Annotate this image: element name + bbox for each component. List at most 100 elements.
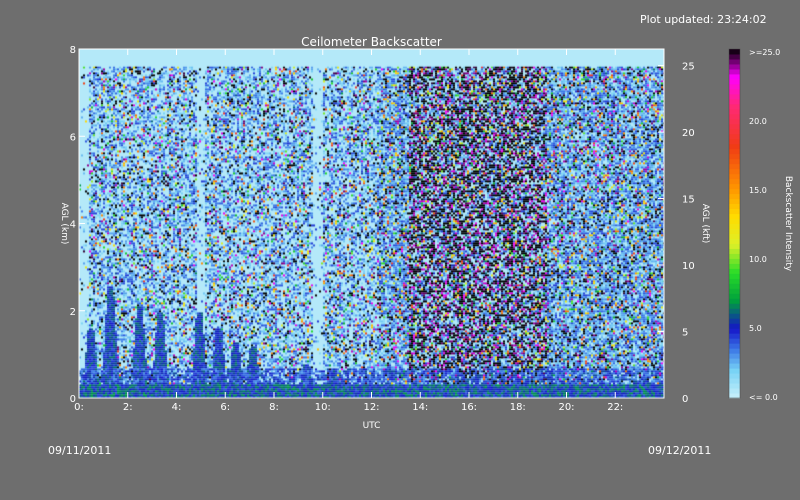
- colorbar-swatch: [729, 213, 740, 220]
- heatmap-image: [79, 49, 664, 398]
- colorbar-swatch: [729, 363, 740, 369]
- colorbar-swatch: [729, 143, 740, 150]
- colorbar-swatch: [729, 58, 740, 65]
- colorbar-swatch: [729, 63, 740, 70]
- y-tick-label-right: 20: [682, 128, 695, 139]
- y-tick-label-left: 6: [70, 132, 76, 143]
- x-tick-label: 18:: [510, 402, 526, 413]
- colorbar-swatch: [729, 238, 740, 244]
- x-tick-label: 20:: [558, 402, 574, 413]
- y-tick-label-left: 2: [70, 307, 76, 318]
- colorbar-swatch: [729, 388, 740, 394]
- colorbar-tick-label: 15.0: [749, 186, 767, 195]
- colorbar-swatch: [729, 178, 740, 185]
- colorbar-swatch: [729, 49, 740, 55]
- colorbar-swatch: [729, 323, 740, 329]
- colorbar-swatch: [729, 208, 740, 215]
- y-tick-label-right: 10: [682, 261, 695, 272]
- colorbar-swatch: [729, 243, 740, 249]
- colorbar-swatch: [729, 233, 740, 239]
- colorbar-swatch: [729, 168, 740, 175]
- colorbar-swatch: [729, 383, 740, 389]
- colorbar-swatch: [729, 258, 740, 264]
- colorbar-swatch: [729, 283, 740, 289]
- x-tick-label: 10:: [315, 402, 331, 413]
- colorbar-swatch: [729, 223, 740, 229]
- backscatter-chart: Ceilometer Backscatter UTC AGL (km) AGL …: [59, 35, 793, 431]
- colorbar-swatch: [729, 353, 740, 359]
- colorbar-swatch: [729, 53, 740, 60]
- colorbar-swatch: [729, 318, 740, 324]
- colorbar-swatch: [729, 373, 740, 379]
- colorbar-swatch: [729, 163, 740, 170]
- end-date-label: 09/12/2011: [648, 444, 712, 457]
- x-tick-label: 8:: [269, 402, 279, 413]
- x-axis-label: UTC: [363, 421, 381, 431]
- colorbar-swatch: [729, 123, 740, 130]
- colorbar-tick-label: 20.0: [749, 117, 767, 126]
- colorbar-swatch: [729, 288, 740, 294]
- y-axis-label-left: AGL (km): [59, 203, 69, 245]
- y-axis-label-right: AGL (kft): [700, 204, 710, 244]
- colorbar-swatch: [729, 88, 740, 95]
- chart-title: Ceilometer Backscatter: [301, 35, 442, 49]
- y-tick-label-right: 15: [682, 195, 695, 206]
- x-tick-label: 12:: [363, 402, 379, 413]
- colorbar-swatch: [729, 228, 740, 234]
- colorbar-swatch: [729, 313, 740, 319]
- colorbar-swatch: [729, 298, 740, 304]
- heatmap-cells: [79, 49, 664, 398]
- colorbar-swatch: [729, 278, 740, 284]
- colorbar-swatch: [729, 138, 740, 145]
- colorbar-tick-label: >=25.0: [749, 48, 780, 57]
- colorbar-swatch: [729, 148, 740, 155]
- colorbar-swatch: [729, 198, 740, 205]
- colorbar-swatch: [729, 378, 740, 384]
- colorbar-swatch: [729, 263, 740, 269]
- colorbar-swatch: [729, 188, 740, 195]
- colorbar-swatch: [729, 133, 740, 140]
- colorbar-tick-label: <= 0.0: [749, 393, 778, 402]
- colorbar-tick-label: 10.0: [749, 255, 767, 264]
- colorbar-swatch: [729, 153, 740, 160]
- colorbar-swatch: [729, 203, 740, 210]
- colorbar-swatch: [729, 93, 740, 100]
- colorbar-swatch: [729, 118, 740, 125]
- colorbar-swatch: [729, 268, 740, 274]
- y-tick-label-right: 25: [682, 62, 695, 73]
- y-tick-label-left: 4: [70, 220, 76, 231]
- y-tick-label-right: 0: [682, 394, 688, 405]
- colorbar-swatch: [729, 253, 740, 259]
- colorbar-swatch: [729, 218, 740, 224]
- colorbar: <= 0.0 5.0 10.0 15.0 20.0 >=25.0: [728, 48, 780, 402]
- colorbar-swatch: [729, 393, 740, 399]
- colorbar-swatch: [729, 338, 740, 344]
- colorbar-swatch: [729, 108, 740, 115]
- colorbar-tick-label: 5.0: [749, 324, 762, 333]
- colorbar-swatch: [729, 113, 740, 120]
- x-tick-label: 2:: [123, 402, 133, 413]
- y-tick-label-left: 0: [70, 394, 76, 405]
- colorbar-swatch: [729, 83, 740, 90]
- colorbar-swatch: [729, 183, 740, 190]
- colorbar-swatch: [729, 343, 740, 349]
- y-tick-label-right: 5: [682, 328, 688, 339]
- colorbar-swatch: [729, 193, 740, 200]
- colorbar-swatch: [729, 303, 740, 309]
- colorbar-swatch: [729, 78, 740, 85]
- colorbar-swatch: [729, 103, 740, 110]
- x-tick-label: 16:: [461, 402, 477, 413]
- colorbar-swatch: [729, 73, 740, 80]
- colorbar-label: Backscatter Intensity: [783, 176, 793, 272]
- start-date-label: 09/11/2011: [48, 444, 112, 457]
- colorbar-swatch: [729, 273, 740, 279]
- colorbar-swatch: [729, 293, 740, 299]
- colorbar-swatch: [729, 358, 740, 364]
- colorbar-swatch: [729, 328, 740, 334]
- colorbar-swatch: [729, 333, 740, 339]
- colorbar-swatch: [729, 308, 740, 314]
- colorbar-swatch: [729, 68, 740, 75]
- colorbar-swatch: [729, 98, 740, 105]
- x-tick-label: 4:: [172, 402, 182, 413]
- x-tick-label: 22:: [607, 402, 623, 413]
